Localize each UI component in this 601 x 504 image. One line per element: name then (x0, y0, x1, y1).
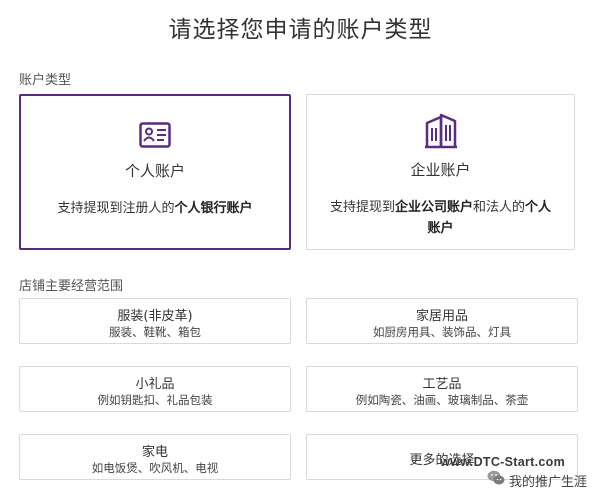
category-title: 家电 (141, 445, 168, 460)
personal-account-name: 个人账户 (124, 162, 185, 180)
category-subtitle: 如厨房用具、装饰品、灯具 (373, 325, 511, 339)
building-icon (424, 113, 458, 153)
category-title: 工艺品 (422, 377, 462, 392)
business-account-name: 企业账户 (410, 161, 471, 179)
personal-account-card[interactable]: 个人账户 支持提现到注册人的个人银行账户 (19, 94, 291, 250)
account-type-label: 账户类型 (19, 73, 72, 88)
watermark-site: www.DTC-Start.com (440, 455, 565, 469)
wechat-icon (487, 470, 505, 490)
personal-account-desc: 支持提现到注册人的个人银行账户 (57, 201, 253, 216)
category-subtitle: 如电饭煲、吹风机、电视 (91, 461, 219, 475)
category-gifts[interactable]: 小礼品 例如钥匙扣、礼品包装 (19, 366, 291, 412)
business-account-card[interactable]: 企业账户 支持提现到企业公司账户和法人的个人账户 (306, 94, 575, 250)
category-title: 服装(非皮革) (117, 309, 193, 324)
category-title: 家居用品 (415, 309, 468, 324)
watermark-account-name: 我的推广生涯 (508, 474, 587, 490)
business-account-desc: 支持提现到企业公司账户和法人的个人账户 (329, 200, 552, 236)
business-scope-label: 店铺主要经营范围 (19, 279, 124, 294)
category-subtitle: 服装、鞋靴、箱包 (109, 325, 201, 339)
category-subtitle: 例如陶瓷、油画、玻璃制品、茶壶 (355, 393, 529, 407)
category-apparel[interactable]: 服装(非皮革) 服装、鞋靴、箱包 (19, 298, 291, 344)
category-home-goods[interactable]: 家居用品 如厨房用具、装饰品、灯具 (306, 298, 578, 344)
category-crafts[interactable]: 工艺品 例如陶瓷、油画、玻璃制品、茶壶 (306, 366, 578, 412)
category-subtitle: 例如钥匙扣、礼品包装 (97, 393, 213, 407)
category-appliances[interactable]: 家电 如电饭煲、吹风机、电视 (19, 434, 291, 480)
watermark-account: 我的推广生涯 (487, 470, 587, 490)
page-title: 请选择您申请的账户类型 (168, 17, 433, 43)
id-card-icon (139, 122, 171, 152)
category-title: 小礼品 (135, 377, 175, 392)
